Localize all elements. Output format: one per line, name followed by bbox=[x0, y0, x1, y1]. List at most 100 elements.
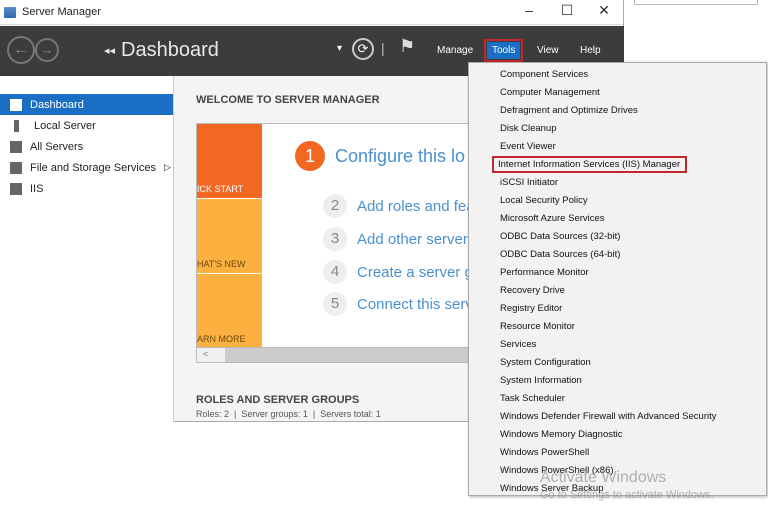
roles-heading: ROLES AND SERVER GROUPS bbox=[196, 394, 360, 406]
expand-arrow-icon[interactable]: ▷ bbox=[164, 162, 171, 173]
step-5[interactable]: 5 Connect this serv bbox=[323, 292, 473, 316]
iis-icon bbox=[10, 182, 22, 195]
menu-item-label: Local Security Policy bbox=[500, 195, 588, 206]
menu-item-label: Resource Monitor bbox=[500, 321, 575, 332]
refresh-icon[interactable]: ⟳ bbox=[352, 38, 374, 60]
minimize-button[interactable]: – bbox=[512, 2, 546, 18]
menu-item-defragment-and-optimize-drives[interactable]: Defragment and Optimize Drives bbox=[469, 102, 766, 120]
menu-item-odbc-data-sources-32-bit[interactable]: ODBC Data Sources (32-bit) bbox=[469, 228, 766, 246]
forward-button[interactable]: → bbox=[35, 38, 59, 62]
menu-item-label: System Information bbox=[500, 375, 582, 386]
menu-item-windows-powershell[interactable]: Windows PowerShell bbox=[469, 444, 766, 462]
menu-item-internet-information-services-iis-manager[interactable]: Internet Information Services (IIS) Mana… bbox=[469, 156, 766, 174]
menu-item-label: Services bbox=[500, 339, 537, 350]
menu-item-label: ODBC Data Sources (32-bit) bbox=[500, 231, 621, 242]
menu-item-label: Microsoft Azure Services bbox=[500, 213, 605, 224]
menu-item-windows-memory-diagnostic[interactable]: Windows Memory Diagnostic bbox=[469, 426, 766, 444]
menu-item-label: System Configuration bbox=[500, 357, 591, 368]
menu-item-label: Windows Memory Diagnostic bbox=[500, 429, 623, 440]
sidebar-item-label: All Servers bbox=[30, 140, 84, 153]
step-1[interactable]: 1 Configure this lo bbox=[295, 141, 465, 171]
step-label: Connect this serv bbox=[357, 295, 473, 313]
menu-item-system-configuration[interactable]: System Configuration bbox=[469, 354, 766, 372]
step-label: Create a server g bbox=[357, 263, 473, 281]
separator: | bbox=[381, 40, 385, 56]
menu-item-computer-management[interactable]: Computer Management bbox=[469, 84, 766, 102]
background-window-edge bbox=[634, 0, 758, 5]
sidebar-item-local-server[interactable]: Local Server bbox=[0, 115, 173, 136]
menu-item-label: Recovery Drive bbox=[500, 285, 565, 296]
sidebar-item-label: IIS bbox=[30, 182, 44, 195]
storage-icon bbox=[10, 161, 22, 174]
menu-item-label: Event Viewer bbox=[500, 141, 556, 152]
menu-item-label: Internet Information Services (IIS) Mana… bbox=[491, 156, 688, 173]
sidebar-item-all-servers[interactable]: All Servers bbox=[0, 136, 173, 157]
menu-item-recovery-drive[interactable]: Recovery Drive bbox=[469, 282, 766, 300]
menu-view[interactable]: View bbox=[537, 45, 559, 56]
menu-item-label: ODBC Data Sources (64-bit) bbox=[500, 249, 621, 260]
tile-label: ARN MORE bbox=[197, 334, 246, 344]
servers-icon bbox=[10, 140, 22, 153]
menu-item-component-services[interactable]: Component Services bbox=[469, 66, 766, 84]
menu-item-local-security-policy[interactable]: Local Security Policy bbox=[469, 192, 766, 210]
sidebar-item-iis[interactable]: IIS bbox=[0, 178, 173, 199]
close-button[interactable]: ✕ bbox=[587, 2, 621, 19]
horizontal-scrollbar[interactable]: < bbox=[197, 347, 495, 362]
title-bar: Server Manager – ☐ ✕ bbox=[0, 0, 623, 25]
welcome-panel: ICK START HAT'S NEW ARN MORE 1 Configure … bbox=[196, 123, 496, 363]
step-4[interactable]: 4 Create a server g bbox=[323, 260, 473, 284]
step-3[interactable]: 3 Add other servers bbox=[323, 227, 475, 251]
server-manager-icon bbox=[4, 6, 16, 18]
activate-windows-watermark: Activate Windows bbox=[540, 469, 667, 486]
breadcrumb-arrow-icon: ◂◂ bbox=[104, 45, 116, 58]
menu-item-registry-editor[interactable]: Registry Editor bbox=[469, 300, 766, 318]
learn-more-tile[interactable]: ARN MORE bbox=[197, 274, 262, 348]
sidebar-item-label: File and Storage Services bbox=[30, 161, 156, 174]
menu-item-windows-defender-firewall-with-advanced-security[interactable]: Windows Defender Firewall with Advanced … bbox=[469, 408, 766, 426]
sidebar-item-dashboard[interactable]: Dashboard bbox=[0, 94, 173, 115]
step-number: 1 bbox=[295, 141, 325, 171]
roles-summary: Roles: 2 | Server groups: 1 | Servers to… bbox=[196, 409, 381, 419]
welcome-heading: WELCOME TO SERVER MANAGER bbox=[196, 94, 380, 106]
menu-item-iscsi-initiator[interactable]: iSCSI Initiator bbox=[469, 174, 766, 192]
dropdown-icon[interactable]: ▾ bbox=[337, 43, 342, 54]
maximize-button[interactable]: ☐ bbox=[550, 2, 584, 19]
step-number: 3 bbox=[323, 227, 347, 251]
step-label: Add other servers bbox=[357, 230, 476, 248]
menu-item-event-viewer[interactable]: Event Viewer bbox=[469, 138, 766, 156]
sidebar: Dashboard Local Server All Servers File … bbox=[0, 76, 174, 422]
menu-item-label: Disk Cleanup bbox=[500, 123, 557, 134]
menu-item-label: Component Services bbox=[500, 69, 589, 80]
tile-label: HAT'S NEW bbox=[197, 259, 246, 269]
menu-item-label: Computer Management bbox=[500, 87, 600, 98]
page-title: ◂◂ Dashboard bbox=[104, 39, 219, 62]
scroll-left-button[interactable]: < bbox=[197, 348, 225, 362]
step-label: Add roles and fea bbox=[357, 197, 475, 215]
notifications-flag-icon[interactable]: ⚑ bbox=[399, 36, 415, 57]
step-number: 4 bbox=[323, 260, 347, 284]
step-2[interactable]: 2 Add roles and fea bbox=[323, 194, 475, 218]
menu-item-system-information[interactable]: System Information bbox=[469, 372, 766, 390]
whats-new-tile[interactable]: HAT'S NEW bbox=[197, 199, 262, 273]
menu-item-services[interactable]: Services bbox=[469, 336, 766, 354]
tile-label: ICK START bbox=[197, 184, 244, 194]
sidebar-item-label: Local Server bbox=[34, 119, 96, 132]
menu-item-label: Windows PowerShell bbox=[500, 447, 590, 458]
quick-start-tile[interactable]: ICK START bbox=[197, 124, 262, 198]
window-title: Server Manager bbox=[22, 6, 101, 18]
menu-item-task-scheduler[interactable]: Task Scheduler bbox=[469, 390, 766, 408]
menu-item-disk-cleanup[interactable]: Disk Cleanup bbox=[469, 120, 766, 138]
tools-dropdown-menu: Component Services Computer Management Def… bbox=[468, 62, 767, 496]
menu-item-microsoft-azure-services[interactable]: Microsoft Azure Services bbox=[469, 210, 766, 228]
menu-tools[interactable]: Tools bbox=[483, 39, 524, 62]
step-number: 2 bbox=[323, 194, 347, 218]
menu-item-resource-monitor[interactable]: Resource Monitor bbox=[469, 318, 766, 336]
menu-manage[interactable]: Manage bbox=[437, 45, 473, 56]
server-icon bbox=[14, 119, 19, 132]
sidebar-item-file-storage[interactable]: File and Storage Services ▷ bbox=[0, 157, 173, 178]
menu-help[interactable]: Help bbox=[580, 45, 601, 56]
menu-item-performance-monitor[interactable]: Performance Monitor bbox=[469, 264, 766, 282]
back-button[interactable]: ← bbox=[7, 36, 35, 64]
menu-item-odbc-data-sources-64-bit[interactable]: ODBC Data Sources (64-bit) bbox=[469, 246, 766, 264]
menu-item-label: Defragment and Optimize Drives bbox=[500, 105, 638, 116]
